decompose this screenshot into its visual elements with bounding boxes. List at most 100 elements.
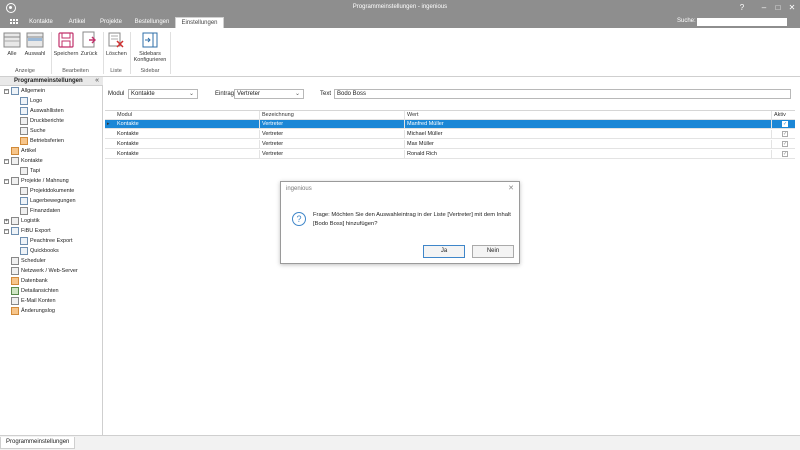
sidebar-item-allgemein[interactable]: Allgemein: [11, 86, 45, 96]
save-icon: [58, 32, 74, 48]
cell-wert[interactable]: Max Müller: [405, 140, 772, 149]
table-row[interactable]: ▸ Kontakte Vertreter Manfred Müller ✓: [105, 120, 795, 129]
sidebar-item-logistik[interactable]: Logistik: [11, 216, 40, 226]
configure-sidebars-button[interactable]: Sidebars Konfigurieren: [133, 31, 167, 65]
tab-bestellungen[interactable]: Bestellungen: [130, 17, 174, 28]
row-pointer-icon: ▸: [107, 121, 110, 127]
sidebar-item-label: Netzwerk / Web-Server: [21, 268, 78, 274]
tab-projekte[interactable]: Projekte: [96, 17, 126, 28]
help-icon[interactable]: ?: [735, 2, 749, 14]
cell-bezeichnung[interactable]: Vertreter: [260, 120, 405, 129]
tree-toggle-icon[interactable]: +: [4, 219, 9, 224]
sidebar-item-peachtree-export[interactable]: Peachtree Export: [20, 236, 73, 246]
cell-bezeichnung[interactable]: Vertreter: [260, 130, 405, 139]
sidebar-item-quickbooks[interactable]: Quickbooks: [20, 246, 59, 256]
eintrag-select[interactable]: Vertreter ⌄: [234, 89, 304, 99]
cell-modul[interactable]: Kontakte: [115, 120, 260, 129]
column-header-aktiv[interactable]: Aktiv: [772, 111, 795, 120]
sidebar-item-scheduler[interactable]: Scheduler: [11, 256, 46, 266]
sidebar-item-netzwerk[interactable]: Netzwerk / Web-Server: [11, 266, 78, 276]
aktiv-checkbox[interactable]: ✓: [782, 141, 788, 147]
sidebar-item-aenderungslog[interactable]: Änderungslog: [11, 306, 55, 316]
sidebar-item-tapi[interactable]: Tapi: [20, 166, 40, 176]
tree-toggle-icon[interactable]: −: [4, 89, 9, 94]
table-selection-icon: [26, 32, 44, 48]
tab-kontakte[interactable]: Kontakte: [24, 17, 58, 28]
sidebar-item-auswahllisten[interactable]: Auswahllisten: [20, 106, 64, 116]
back-button[interactable]: Zurück: [80, 31, 98, 65]
group-label-anzeige: Anzeige: [15, 68, 35, 74]
tree-toggle-icon[interactable]: −: [4, 159, 9, 164]
show-selection-button[interactable]: Auswahl: [23, 31, 47, 65]
column-header-modul[interactable]: Modul: [115, 111, 260, 120]
binoculars-icon: [20, 126, 28, 135]
sidebar-item-label: Logo: [30, 98, 43, 104]
status-tab-programmeinstellungen[interactable]: Programmeinstellungen: [0, 437, 76, 449]
aktiv-checkbox[interactable]: ✓: [782, 121, 788, 127]
sidebar-item-email-konten[interactable]: E-Mail Konten: [11, 296, 56, 306]
ribbon-toolbar: Alle Auswahl Anzeige Speichern Zurück Be…: [0, 28, 800, 77]
sidebar-title: Programmeinstellungen: [14, 78, 83, 84]
chevron-down-icon: ⌄: [188, 91, 194, 97]
sidebar-item-fibu-export[interactable]: FiBU Export: [11, 226, 51, 236]
sidebar-item-betriebsferien[interactable]: Betriebsferien: [20, 136, 64, 146]
close-icon[interactable]: ✕: [508, 184, 514, 192]
sidebar-item-detailansichten[interactable]: Detailansichten: [11, 286, 59, 296]
modul-select[interactable]: Kontakte ⌄: [128, 89, 198, 99]
tree-toggle-icon[interactable]: −: [4, 179, 9, 184]
question-icon: ?: [292, 212, 306, 226]
grid-menu-icon[interactable]: [10, 19, 18, 25]
sidebar-item-lagerbewegungen[interactable]: Lagerbewegungen: [20, 196, 76, 206]
sidebar-item-druckberichte[interactable]: Druckberichte: [20, 116, 64, 126]
text-input[interactable]: Bodo Boss: [334, 89, 791, 99]
project-docs-icon: [20, 186, 28, 195]
cell-bezeichnung[interactable]: Vertreter: [260, 140, 405, 149]
sidebar-item-label: Quickbooks: [30, 248, 59, 254]
aktiv-checkbox[interactable]: ✓: [782, 131, 788, 137]
cell-wert[interactable]: Michael Müller: [405, 130, 772, 139]
delete-label: Löschen: [106, 51, 127, 57]
dialog-title: ingenious: [286, 186, 312, 192]
show-all-button[interactable]: Alle: [3, 31, 21, 65]
cell-wert[interactable]: Ronald Rich: [405, 150, 772, 159]
yes-button[interactable]: Ja: [423, 245, 465, 258]
show-selection-label: Auswahl: [24, 51, 46, 57]
sidebar-item-label: Projektdokumente: [30, 188, 75, 194]
cell-modul[interactable]: Kontakte: [115, 140, 260, 149]
article-icon: [11, 146, 19, 155]
sidebar-item-finanzdaten[interactable]: Finanzdaten: [20, 206, 60, 216]
collapse-sidebar-icon[interactable]: «: [95, 77, 99, 84]
confirm-dialog: ingenious ✕ ? Frage: Möchten Sie den Aus…: [280, 181, 520, 264]
minimize-button[interactable]: –: [757, 2, 771, 14]
search-input[interactable]: [697, 18, 787, 26]
column-header-wert[interactable]: Wert: [405, 111, 772, 120]
no-button[interactable]: Nein: [472, 245, 514, 258]
aktiv-checkbox[interactable]: ✓: [782, 151, 788, 157]
cell-bezeichnung[interactable]: Vertreter: [260, 150, 405, 159]
cell-modul[interactable]: Kontakte: [115, 130, 260, 139]
save-button[interactable]: Speichern: [53, 31, 79, 65]
save-label: Speichern: [53, 51, 79, 57]
cell-modul[interactable]: Kontakte: [115, 150, 260, 159]
sidebar-item-label: Logistik: [21, 218, 40, 224]
sidebar-item-projektdokumente[interactable]: Projektdokumente: [20, 186, 74, 196]
settings-window-icon: [11, 86, 19, 95]
sidebar-item-artikel[interactable]: Artikel: [11, 146, 36, 156]
show-all-label: Alle: [7, 51, 17, 57]
column-header-bezeichnung[interactable]: Bezeichnung: [260, 111, 405, 120]
tab-einstellungen[interactable]: Einstellungen: [175, 17, 224, 28]
sidebar-item-suche[interactable]: Suche: [20, 126, 46, 136]
sidebar-item-kontakte[interactable]: Kontakte: [11, 156, 43, 166]
table-row[interactable]: Kontakte Vertreter Ronald Rich ✓: [105, 150, 795, 159]
sidebar-item-projekte-mahnung[interactable]: Projekte / Mahnung: [11, 176, 69, 186]
sidebar-item-datenbank[interactable]: Datenbank: [11, 276, 48, 286]
maximize-button[interactable]: □: [771, 2, 785, 14]
tab-artikel[interactable]: Artikel: [62, 17, 92, 28]
cell-wert[interactable]: Manfred Müller: [405, 120, 772, 129]
sidebar-item-logo[interactable]: Logo: [20, 96, 42, 106]
table-row[interactable]: Kontakte Vertreter Michael Müller ✓: [105, 130, 795, 139]
delete-button[interactable]: Löschen: [106, 31, 127, 65]
table-row[interactable]: Kontakte Vertreter Max Müller ✓: [105, 140, 795, 149]
tree-toggle-icon[interactable]: −: [4, 229, 9, 234]
close-button[interactable]: ✕: [785, 2, 799, 14]
